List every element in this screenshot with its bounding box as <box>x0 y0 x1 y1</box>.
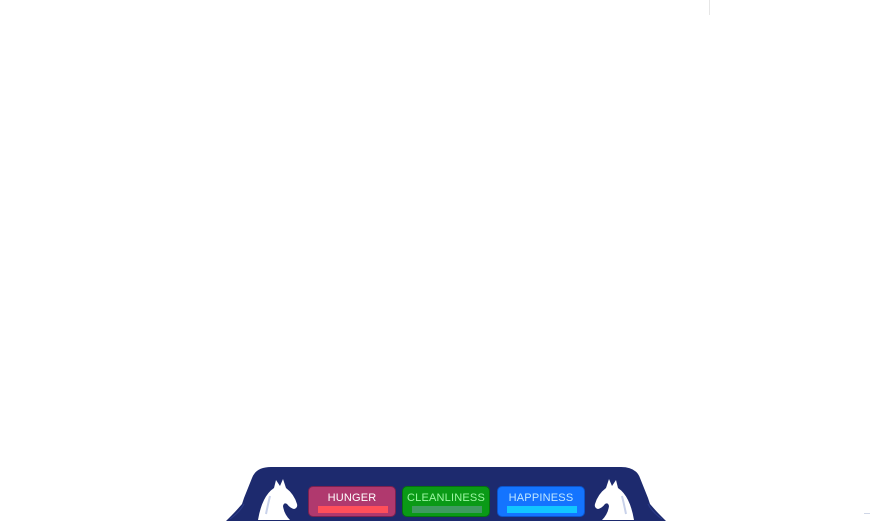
hunger-label: HUNGER <box>327 492 377 504</box>
cleanliness-bar-track <box>412 506 482 513</box>
cleanliness-bar-fill <box>412 506 482 513</box>
happiness-bar-track <box>507 506 577 513</box>
cleanliness-meter[interactable]: CLEANLINESS <box>402 486 490 517</box>
divider-line <box>709 0 710 15</box>
hunger-bar-fill <box>318 506 388 513</box>
game-stage[interactable]: HUNGER CLEANLINESS HAPPINESS <box>0 0 888 521</box>
cleanliness-label: CLEANLINESS <box>406 492 485 504</box>
status-hud: HUNGER CLEANLINESS HAPPINESS <box>226 466 666 521</box>
hunger-bar-track <box>318 506 388 513</box>
hunger-meter[interactable]: HUNGER <box>308 486 396 517</box>
happiness-meter[interactable]: HAPPINESS <box>497 486 585 517</box>
horse-head-icon <box>258 479 298 520</box>
happiness-bar-fill <box>507 506 577 513</box>
horse-head-icon <box>594 479 634 520</box>
corner-mark <box>864 513 870 514</box>
happiness-label: HAPPINESS <box>508 492 574 504</box>
